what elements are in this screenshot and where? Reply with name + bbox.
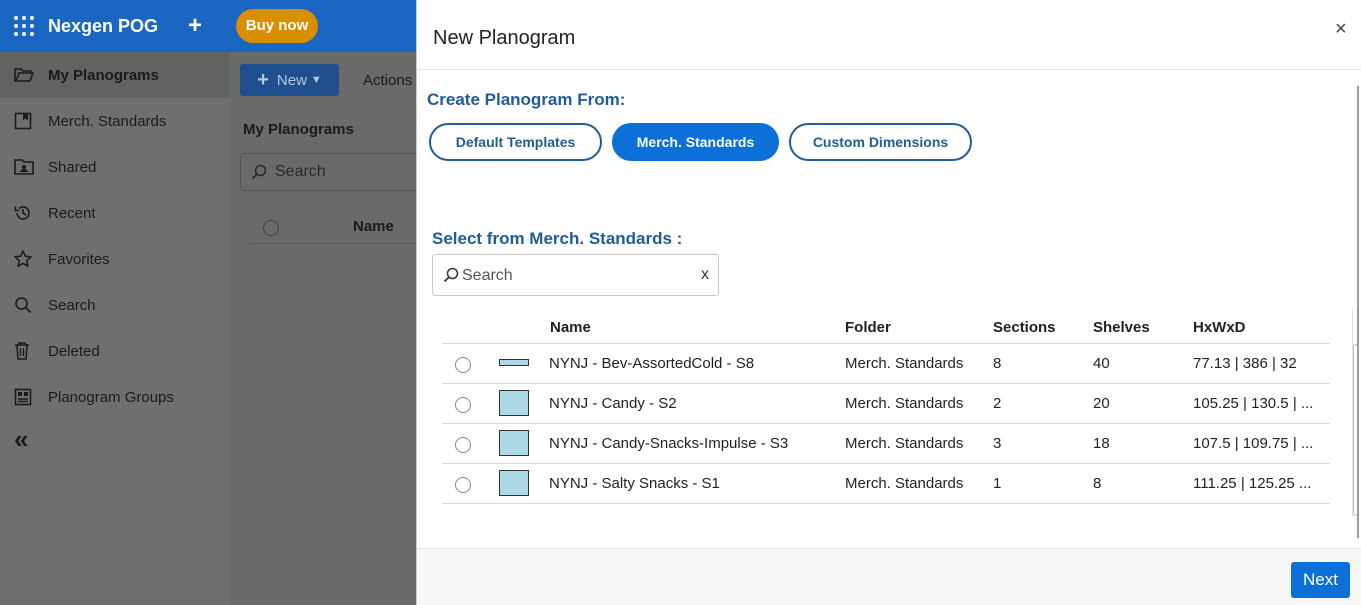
sidebar-item-label: My Planograms <box>48 66 159 84</box>
apps-grid-icon[interactable] <box>14 16 34 36</box>
column-header-sections[interactable]: Sections <box>993 319 1056 336</box>
planogram-thumbnail <box>499 359 529 366</box>
search-icon <box>443 267 459 283</box>
merch-search-field[interactable]: x <box>432 254 719 296</box>
row-sections: 2 <box>993 395 1002 412</box>
chevron-down-icon: ▼ <box>310 74 322 86</box>
shared-folder-icon <box>0 159 48 175</box>
star-icon <box>0 250 48 268</box>
sidebar-item-label: Search <box>48 296 96 314</box>
page-title: My Planograms <box>243 121 354 138</box>
sidebar-item-shared[interactable]: Shared <box>0 144 230 190</box>
modal-title: New Planogram <box>433 27 576 49</box>
row-folder: Merch. Standards <box>845 395 964 412</box>
create-from-label: Create Planogram From: <box>427 90 626 109</box>
table-header: Name Folder Sections Shelves HxWxD <box>442 310 1330 344</box>
row-dimensions: 107.5 | 109.75 | ... <box>1193 435 1314 452</box>
planogram-thumbnail <box>499 390 529 416</box>
default-templates-button[interactable]: Default Templates <box>429 123 602 161</box>
table-row[interactable]: NYNJ - Bev-AssortedCold - S8 Merch. Stan… <box>442 344 1330 384</box>
merch-standards-button[interactable]: Merch. Standards <box>612 123 779 161</box>
row-select-radio[interactable] <box>455 357 471 373</box>
plus-icon[interactable]: + <box>188 12 202 40</box>
select-from-label: Select from Merch. Standards : <box>432 229 683 248</box>
sidebar-item-label: Shared <box>48 158 97 176</box>
buy-now-button[interactable]: Buy now <box>236 9 318 43</box>
search-placeholder: Search <box>275 163 326 180</box>
sidebar: My Planograms Merch. Standards Shared Re… <box>0 52 230 605</box>
close-icon[interactable]: × <box>1335 18 1347 41</box>
sidebar-item-my-planograms[interactable]: My Planograms <box>0 52 230 98</box>
row-folder: Merch. Standards <box>845 435 964 452</box>
modal-scrollbar[interactable] <box>1357 86 1359 538</box>
sidebar-item-label: Recent <box>48 204 96 222</box>
planogram-thumbnail <box>499 430 529 456</box>
search-icon <box>0 296 48 314</box>
sidebar-item-merch-standards[interactable]: Merch. Standards <box>0 98 230 144</box>
sidebar-item-recent[interactable]: Recent <box>0 190 230 236</box>
app-brand: Nexgen POG <box>48 16 159 36</box>
planogram-groups-icon <box>0 388 48 406</box>
folder-open-icon <box>0 67 48 83</box>
sidebar-item-planogram-groups[interactable]: Planogram Groups <box>0 374 230 420</box>
modal-header: New Planogram × <box>417 0 1361 70</box>
row-select-radio[interactable] <box>455 397 471 413</box>
sidebar-item-label: Merch. Standards <box>48 112 167 130</box>
table-header: Name <box>250 214 430 244</box>
sidebar-item-label: Deleted <box>48 342 100 360</box>
main-search-input[interactable]: Search <box>240 153 440 191</box>
row-dimensions: 77.13 | 386 | 32 <box>1193 355 1297 372</box>
row-shelves: 8 <box>1093 475 1102 492</box>
next-button[interactable]: Next <box>1291 562 1350 598</box>
row-dimensions: 111.25 | 125.25 ... <box>1193 475 1312 492</box>
new-button-label: New <box>276 71 307 89</box>
column-header-hxwxd[interactable]: HxWxD <box>1193 319 1246 336</box>
select-all-radio[interactable] <box>263 220 279 236</box>
sidebar-item-favorites[interactable]: Favorites <box>0 236 230 282</box>
row-name: NYNJ - Salty Snacks - S1 <box>549 475 720 492</box>
row-select-radio[interactable] <box>455 437 471 453</box>
row-shelves: 20 <box>1093 395 1110 412</box>
row-name: NYNJ - Candy - S2 <box>549 395 677 412</box>
custom-dimensions-button[interactable]: Custom Dimensions <box>789 123 972 161</box>
table-row[interactable]: NYNJ - Candy-Snacks-Impulse - S3 Merch. … <box>442 424 1330 464</box>
table-row[interactable]: NYNJ - Salty Snacks - S1 Merch. Standard… <box>442 464 1330 504</box>
merch-search-input[interactable] <box>462 265 692 287</box>
new-button[interactable]: + New ▼ <box>240 64 339 96</box>
column-header-shelves[interactable]: Shelves <box>1093 319 1150 336</box>
actions-menu[interactable]: Actions <box>363 72 412 89</box>
plus-icon: + <box>257 68 269 91</box>
column-header-folder[interactable]: Folder <box>845 319 891 336</box>
column-header-name[interactable]: Name <box>353 218 394 235</box>
row-sections: 8 <box>993 355 1002 372</box>
sidebar-item-label: Planogram Groups <box>48 388 174 406</box>
row-dimensions: 105.25 | 130.5 | ... <box>1193 395 1314 412</box>
clear-search-button[interactable]: x <box>701 266 709 284</box>
modal-footer: Next <box>417 548 1361 605</box>
planogram-thumbnail <box>499 470 529 496</box>
row-folder: Merch. Standards <box>845 355 964 372</box>
row-select-radio[interactable] <box>455 477 471 493</box>
search-icon <box>251 164 267 180</box>
trash-icon <box>0 342 48 360</box>
table-row[interactable]: NYNJ - Candy - S2 Merch. Standards 2 20 … <box>442 384 1330 424</box>
row-folder: Merch. Standards <box>845 475 964 492</box>
sidebar-item-search[interactable]: Search <box>0 282 230 328</box>
row-name: NYNJ - Bev-AssortedCold - S8 <box>549 355 755 372</box>
row-shelves: 40 <box>1093 355 1110 372</box>
merch-standards-icon <box>0 112 48 130</box>
sidebar-item-label: Favorites <box>48 250 110 268</box>
new-planogram-modal: New Planogram × Create Planogram From: D… <box>416 0 1361 605</box>
history-icon <box>0 204 48 222</box>
row-sections: 3 <box>993 435 1002 452</box>
row-name: NYNJ - Candy-Snacks-Impulse - S3 <box>549 435 789 452</box>
row-shelves: 18 <box>1093 435 1110 452</box>
collapse-sidebar-icon[interactable]: « <box>14 424 28 455</box>
sidebar-item-deleted[interactable]: Deleted <box>0 328 230 374</box>
row-sections: 1 <box>993 475 1002 492</box>
column-header-name[interactable]: Name <box>550 319 591 336</box>
